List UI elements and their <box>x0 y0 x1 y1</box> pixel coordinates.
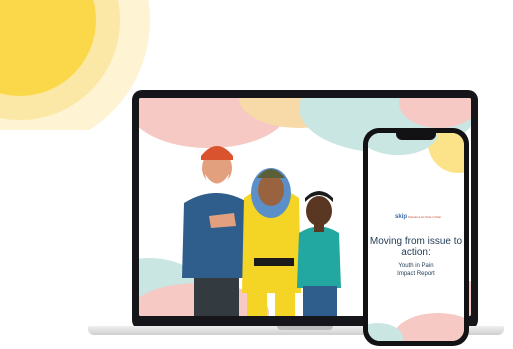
report-title: Moving from issue to action: <box>369 236 463 258</box>
logo-tagline: Solutions for Kids in Pain <box>408 215 442 219</box>
subtitle-line-1: Youth in Pain <box>398 263 434 269</box>
report-subtitle: Youth in Pain Impact Report <box>368 262 464 278</box>
person-right <box>297 191 341 316</box>
skip-logo: skip <box>395 214 408 220</box>
subtitle-line-2: Impact Report <box>397 271 435 277</box>
phone-notch <box>396 133 436 140</box>
laptop-notch <box>277 326 333 330</box>
person-middle <box>242 168 301 316</box>
